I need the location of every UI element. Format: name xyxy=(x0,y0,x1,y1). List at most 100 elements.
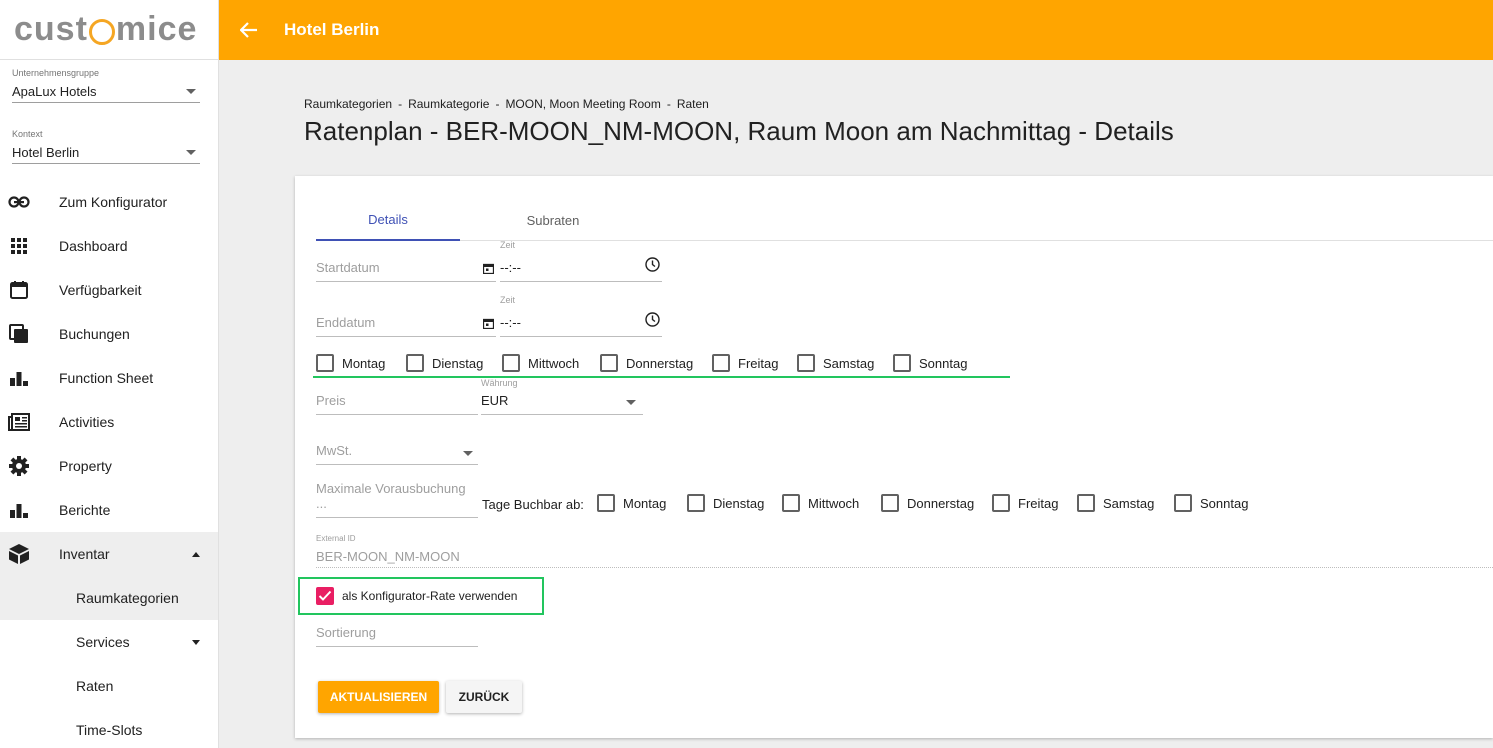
start-time-placeholder: --:-- xyxy=(500,260,521,275)
clock-icon[interactable] xyxy=(645,257,660,275)
external-id-value: BER-MOON_NM-MOON xyxy=(316,549,460,564)
checkbox[interactable] xyxy=(797,354,815,372)
external-id-caption: External ID xyxy=(316,534,356,543)
weekday-checkbox-donnerstag[interactable]: Donnerstag xyxy=(600,354,693,372)
weekday-checkbox-montag[interactable]: Montag xyxy=(316,354,385,372)
sidebar-item-label: Zum Konfigurator xyxy=(59,194,168,210)
weekday-checkbox-sonntag[interactable]: Sonntag xyxy=(893,354,967,372)
sidebar-item-berichte[interactable]: Berichte xyxy=(0,488,218,532)
chevron-up-icon xyxy=(192,551,200,557)
checkbox[interactable] xyxy=(502,354,520,372)
group-select-value: ApaLux Hotels xyxy=(12,84,97,99)
breadcrumb: Raumkategorien - Raumkategorie - MOON, Moon … xyxy=(304,97,709,111)
back-arrow-icon[interactable] xyxy=(239,20,259,40)
checkbox[interactable] xyxy=(1077,494,1095,512)
checkbox[interactable] xyxy=(597,494,615,512)
sidebar-item-label: Property xyxy=(59,458,112,474)
checkbox[interactable] xyxy=(316,587,334,605)
checkbox-label: Dienstag xyxy=(713,495,765,511)
sidebar-item-dashboard[interactable]: Dashboard xyxy=(0,224,218,268)
start-date-placeholder: Startdatum xyxy=(316,260,380,275)
tab-bar: Details Subraten xyxy=(316,199,1493,241)
sidebar-subitem-time-slots[interactable]: Time-Slots xyxy=(0,708,218,748)
checkbox[interactable] xyxy=(316,354,334,372)
weekday-checkbox-dienstag[interactable]: Dienstag xyxy=(406,354,483,372)
bookable-checkbox-mittwoch[interactable]: Mittwoch xyxy=(782,494,859,512)
checkbox[interactable] xyxy=(1174,494,1192,512)
start-date-field[interactable]: Startdatum xyxy=(316,258,496,282)
sidebar-item-function-sheet[interactable]: Function Sheet xyxy=(0,356,218,400)
app-header: Hotel Berlin xyxy=(219,0,1493,60)
price-field[interactable]: Preis xyxy=(316,391,478,415)
sidebar-subitem-raten[interactable]: Raten xyxy=(0,664,218,708)
bookable-checkbox-freitag[interactable]: Freitag xyxy=(992,494,1058,512)
sidebar-item-label: Inventar xyxy=(59,546,110,562)
context-select[interactable]: Kontext Hotel Berlin xyxy=(12,129,200,164)
highlight-underline xyxy=(313,376,1010,378)
breadcrumb-item[interactable]: Raumkategorie xyxy=(408,97,489,111)
bookable-checkbox-dienstag[interactable]: Dienstag xyxy=(687,494,764,512)
clock-icon[interactable] xyxy=(645,312,660,330)
tab-subraten[interactable]: Subraten xyxy=(481,199,625,241)
weekday-checkbox-samstag[interactable]: Samstag xyxy=(797,354,874,372)
weekday-checkbox-freitag[interactable]: Freitag xyxy=(712,354,778,372)
vat-select[interactable]: MwSt. xyxy=(316,443,478,465)
sidebar-item-property[interactable]: Property xyxy=(0,444,218,488)
currency-select[interactable]: Währung EUR xyxy=(481,378,643,415)
checkbox[interactable] xyxy=(782,494,800,512)
sidebar-subitem-label: Services xyxy=(76,634,130,650)
sidebar-item-buchungen[interactable]: Buchungen xyxy=(0,312,218,356)
logo[interactable]: cust mice xyxy=(0,0,218,60)
calendar-icon xyxy=(8,279,30,301)
checkbox-label: Mittwoch xyxy=(808,495,860,511)
group-select[interactable]: Unternehmensgruppe ApaLux Hotels xyxy=(12,68,200,103)
tab-details[interactable]: Details xyxy=(316,199,460,241)
end-date-placeholder: Enddatum xyxy=(316,315,376,330)
sidebar-item-activities[interactable]: Activities xyxy=(0,400,218,444)
sidebar-item-label: Buchungen xyxy=(59,326,130,342)
checkbox-label: Montag xyxy=(623,495,667,511)
checkbox[interactable] xyxy=(881,494,899,512)
currency-value: EUR xyxy=(481,393,509,408)
breadcrumb-item[interactable]: Raten xyxy=(677,97,709,111)
chevron-down-icon xyxy=(463,451,477,456)
breadcrumb-item[interactable]: Raumkategorien xyxy=(304,97,392,111)
checkbox[interactable] xyxy=(992,494,1010,512)
bookable-checkbox-sonntag[interactable]: Sonntag xyxy=(1174,494,1248,512)
back-button[interactable]: ZURÜCK xyxy=(446,681,522,713)
sidebar-subitem-services[interactable]: Services xyxy=(0,620,218,664)
checkbox[interactable] xyxy=(893,354,911,372)
context-select-caption: Kontext xyxy=(12,129,43,139)
breadcrumb-item[interactable]: MOON, Moon Meeting Room xyxy=(505,97,660,111)
start-time-field[interactable]: Zeit --:-- xyxy=(500,240,662,282)
gear-icon xyxy=(8,455,30,477)
end-date-field[interactable]: Enddatum xyxy=(316,313,496,337)
sidebar-item-label: Activities xyxy=(59,414,115,430)
start-time-caption: Zeit xyxy=(500,240,516,250)
bookable-checkbox-samstag[interactable]: Samstag xyxy=(1077,494,1154,512)
calendar-icon[interactable] xyxy=(482,317,495,332)
end-time-field[interactable]: Zeit --:-- xyxy=(500,295,662,337)
checkbox-label: Donnerstag xyxy=(907,495,975,511)
sidebar-subitem-raumkategorien[interactable]: Raumkategorien xyxy=(0,576,218,620)
update-button[interactable]: AKTUALISIEREN xyxy=(318,681,439,713)
bookable-checkbox-donnerstag[interactable]: Donnerstag xyxy=(881,494,974,512)
bookable-days-label: Tage Buchbar ab: xyxy=(482,497,584,512)
sidebar-item-konfigurator[interactable]: Zum Konfigurator xyxy=(0,180,218,224)
configurator-rate-checkbox[interactable]: als Konfigurator-Rate verwenden xyxy=(316,587,517,605)
weekday-checkbox-mittwoch[interactable]: Mittwoch xyxy=(502,354,579,372)
calendar-icon[interactable] xyxy=(482,262,495,277)
checkbox-label: Samstag xyxy=(1103,495,1155,511)
box-icon xyxy=(8,543,30,565)
checkbox[interactable] xyxy=(687,494,705,512)
checkbox[interactable] xyxy=(712,354,730,372)
checkbox-label: Sonntag xyxy=(1200,495,1249,511)
max-advance-placeholder: Maximale Vorausbuchung ... xyxy=(316,481,466,511)
checkbox[interactable] xyxy=(600,354,618,372)
checkbox[interactable] xyxy=(406,354,424,372)
sidebar-item-verfuegbarkeit[interactable]: Verfügbarkeit xyxy=(0,268,218,312)
sidebar-item-inventar[interactable]: Inventar xyxy=(0,532,218,576)
bookable-checkbox-montag[interactable]: Montag xyxy=(597,494,666,512)
max-advance-booking-field[interactable]: Maximale Vorausbuchung ... xyxy=(316,481,478,518)
sort-field[interactable]: Sortierung xyxy=(316,623,478,647)
